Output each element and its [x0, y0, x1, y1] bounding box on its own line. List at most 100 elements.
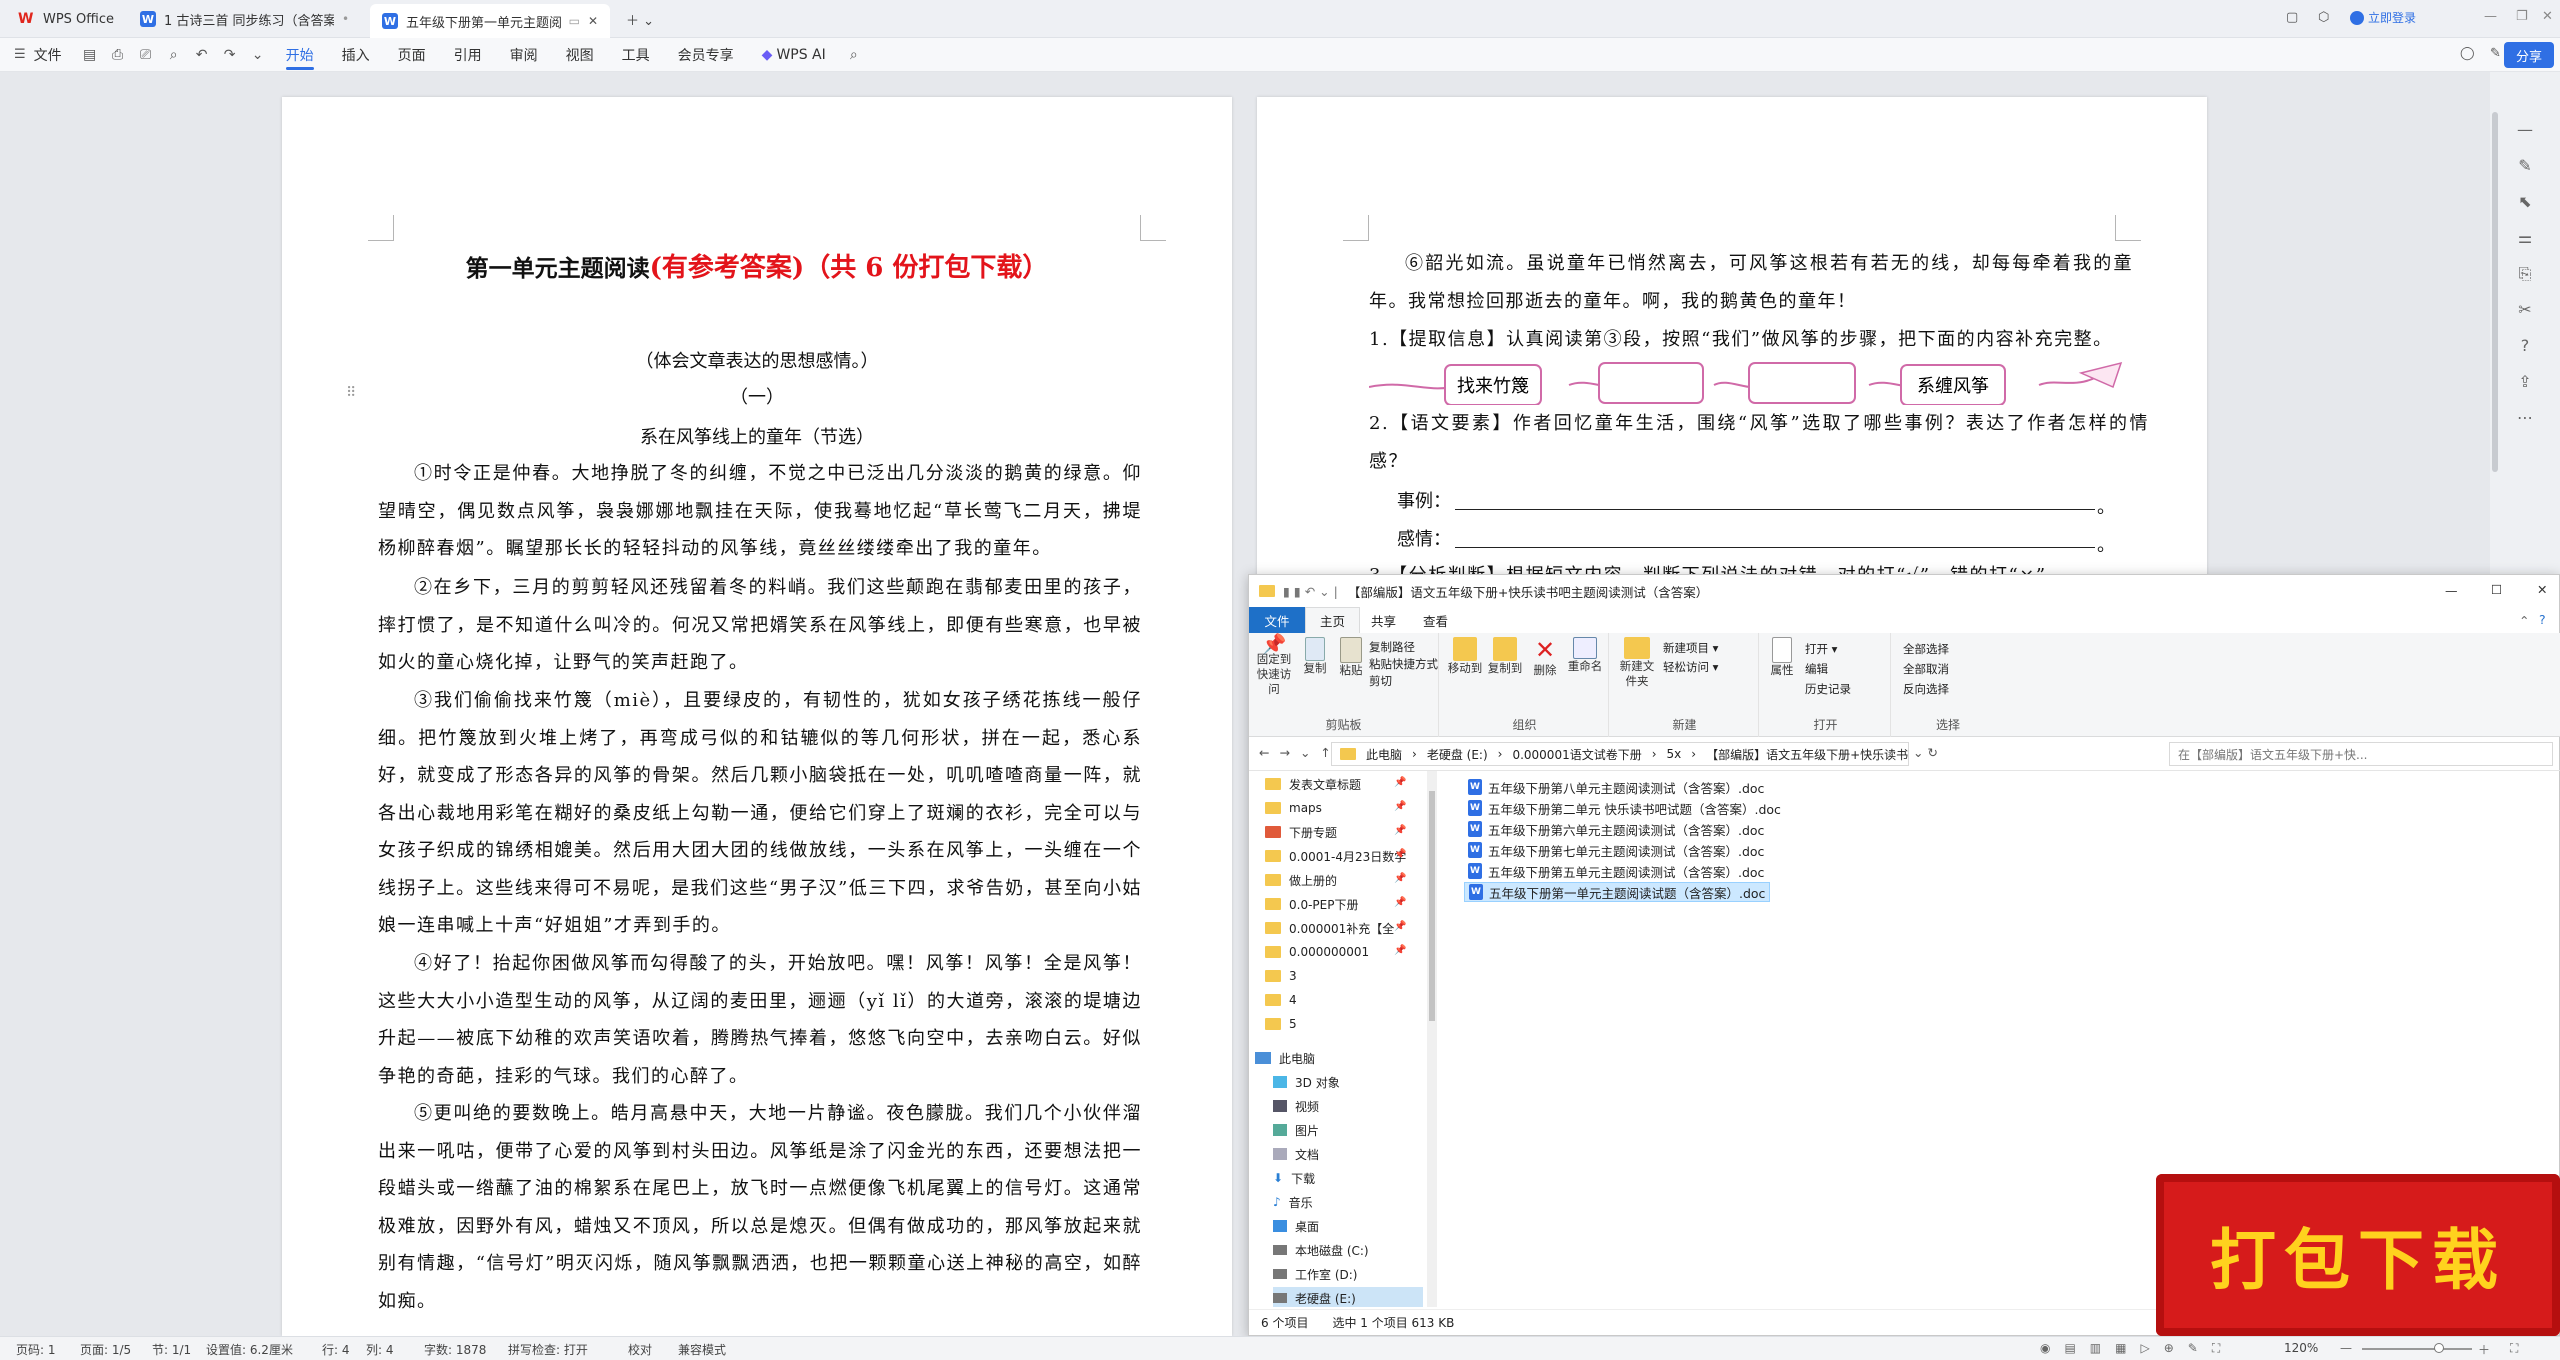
- tab-start[interactable]: 开始: [272, 38, 328, 72]
- zoom-in-icon[interactable]: ＋: [2478, 1341, 2490, 1358]
- file-item[interactable]: W 五年级下册第二单元 快乐读书吧试题（含答案）.doc: [1464, 798, 1785, 818]
- nav-arrows-icon[interactable]: ←→⌄↑: [1259, 745, 1341, 760]
- file-item[interactable]: W 五年级下册第八单元主题阅读测试（含答案）.doc: [1464, 777, 1768, 797]
- file-item-selected[interactable]: W 五年级下册第一单元主题阅读试题（含答案）.doc: [1464, 882, 1771, 902]
- close-window-icon[interactable]: ✕: [2542, 9, 2553, 24]
- translate-icon[interactable]: ⎘: [2490, 256, 2560, 292]
- crumb-item[interactable]: 老硬盘 (E:): [1427, 746, 1488, 763]
- answer-line-feelings[interactable]: [1455, 547, 2095, 548]
- maximize-icon[interactable]: ☐: [2491, 582, 2502, 597]
- vertical-scrollbar[interactable]: [2492, 112, 2498, 472]
- restore-icon[interactable]: ❐: [2516, 9, 2528, 24]
- crumb-item[interactable]: 此电脑: [1366, 746, 1402, 763]
- adjust-icon[interactable]: ⚌: [2490, 220, 2560, 256]
- export-icon[interactable]: ⎙: [104, 38, 132, 72]
- delete-button[interactable]: ✕ 删除: [1529, 637, 1561, 678]
- more-icon[interactable]: ⌄: [244, 38, 272, 72]
- tab-view[interactable]: 视图: [552, 38, 608, 72]
- close-window-icon[interactable]: ✕: [2537, 582, 2547, 597]
- select-none-button[interactable]: 全部取消: [1903, 659, 1949, 679]
- view-mode-icons[interactable]: ◉▤▥▦▷⊕✎⛶: [2040, 1341, 2234, 1356]
- paste-shortcut-button[interactable]: 粘贴快捷方式: [1369, 656, 1438, 673]
- chevron-icon[interactable]: ⌃: [2519, 613, 2529, 628]
- new-tab-button[interactable]: ＋ ⌄: [614, 4, 664, 34]
- crumb-item[interactable]: 5x: [1667, 747, 1682, 761]
- collapse-icon[interactable]: —: [2490, 112, 2560, 148]
- preview-icon[interactable]: ⌕: [160, 38, 188, 72]
- wps-ai-button[interactable]: ◆ WPS AI: [748, 38, 840, 72]
- properties-button[interactable]: 属性: [1767, 637, 1797, 678]
- explorer-tab-view[interactable]: 查看: [1409, 607, 1462, 633]
- explorer-tab-file[interactable]: 文件: [1249, 607, 1305, 633]
- help-icon[interactable]: ?: [2539, 612, 2546, 627]
- quick-access-icons[interactable]: ▮ ▮ ↶ ⌄ |: [1283, 584, 1338, 599]
- tab-document-active[interactable]: W 五年级下册第一单元主题阅读 ▭ ✕: [370, 4, 610, 38]
- share-icon[interactable]: ⇪: [2490, 364, 2560, 400]
- cut-button[interactable]: 剪切: [1369, 673, 1438, 690]
- tab-insert[interactable]: 插入: [328, 38, 384, 72]
- zoom-slider[interactable]: [2362, 1348, 2472, 1350]
- print-icon[interactable]: ⎚: [132, 38, 160, 72]
- select-all-button[interactable]: 全部选择: [1903, 639, 1949, 659]
- redo-icon[interactable]: ↷: [216, 38, 244, 72]
- breadcrumb[interactable]: 此电脑 › 老硬盘 (E:) › 0.000001语文试卷下册 › 5x › 【部编版】…: [1331, 742, 1909, 766]
- help-icon[interactable]: ?: [2490, 328, 2560, 364]
- zoom-out-icon[interactable]: —: [2340, 1341, 2352, 1355]
- tools-icon[interactable]: ✂: [2490, 292, 2560, 328]
- tab-member[interactable]: 会员专享: [664, 38, 748, 72]
- refresh-icon[interactable]: ⌄ ↻: [1913, 745, 1938, 760]
- open-button[interactable]: 打开 ▾: [1805, 639, 1851, 659]
- invert-select-button[interactable]: 反向选择: [1903, 679, 1949, 699]
- search-icon[interactable]: ⌕: [840, 38, 868, 72]
- tab-wps-home[interactable]: W WPS Office: [6, 4, 126, 34]
- edit-button[interactable]: 编辑: [1805, 659, 1851, 679]
- login-button[interactable]: 立即登录: [2350, 9, 2416, 26]
- new-folder-button[interactable]: 新建文件夹: [1617, 637, 1657, 689]
- fullscreen-icon[interactable]: ⛶: [2510, 1341, 2518, 1356]
- share-button[interactable]: 分享: [2504, 42, 2554, 68]
- move-to-button[interactable]: 移动到: [1447, 637, 1483, 676]
- status-spell-check[interactable]: 拼写检查: 打开: [508, 1341, 588, 1358]
- file-item[interactable]: W 五年级下册第六单元主题阅读测试（含答案）.doc: [1464, 819, 1768, 839]
- close-icon[interactable]: •: [342, 12, 349, 26]
- tab-document-1[interactable]: W 1 古诗三首 同步练习（含答案） •: [128, 4, 368, 34]
- tab-page[interactable]: 页面: [384, 38, 440, 72]
- close-icon[interactable]: ✕: [588, 14, 598, 28]
- crumb-item[interactable]: 【部编版】语文五年级下册+快乐读书吧主题阅读测试（含答案）: [1706, 746, 1908, 763]
- explorer-tab-share[interactable]: 共享: [1357, 607, 1410, 633]
- tab-tools[interactable]: 工具: [608, 38, 664, 72]
- copy-button[interactable]: 复制: [1299, 637, 1331, 676]
- minimize-icon[interactable]: —: [2484, 9, 2497, 24]
- save-icon[interactable]: ▤: [76, 38, 104, 72]
- new-item-button[interactable]: 新建项目 ▾: [1663, 639, 1718, 658]
- undo-icon[interactable]: ↶: [188, 38, 216, 72]
- status-word-count[interactable]: 字数: 1878: [424, 1341, 486, 1358]
- easy-access-button[interactable]: 轻松访问 ▾: [1663, 658, 1718, 677]
- status-page-number[interactable]: 页码: 1: [16, 1341, 56, 1358]
- pin-button[interactable]: 📌 固定到快速访问: [1253, 634, 1295, 697]
- layout-icon[interactable]: ▢: [2286, 10, 2298, 25]
- file-item[interactable]: W 五年级下册第七单元主题阅读测试（含答案）.doc: [1464, 840, 1768, 860]
- status-proof[interactable]: 校对: [628, 1341, 652, 1358]
- rename-button[interactable]: 重命名: [1565, 637, 1605, 674]
- more-icon[interactable]: ⋯: [2490, 400, 2560, 436]
- tab-review[interactable]: 审阅: [496, 38, 552, 72]
- drag-handle-icon[interactable]: ⠿: [346, 385, 356, 401]
- zoom-slider-thumb[interactable]: [2434, 1343, 2444, 1353]
- history-button[interactable]: 历史记录: [1805, 679, 1851, 699]
- step-box-2[interactable]: [1598, 362, 1704, 404]
- tab-reference[interactable]: 引用: [440, 38, 496, 72]
- step-box-3[interactable]: [1748, 362, 1856, 404]
- status-pages[interactable]: 页面: 1/5: [80, 1341, 131, 1358]
- cube-icon[interactable]: ⬡: [2318, 10, 2329, 25]
- select-icon[interactable]: ⬉: [2490, 184, 2560, 220]
- edit-mode-icon[interactable]: ✎: [2490, 46, 2501, 61]
- menu-icon[interactable]: ☰: [14, 47, 26, 62]
- file-item[interactable]: W 五年级下册第五单元主题阅读测试（含答案）.doc: [1464, 861, 1768, 881]
- document-page-1[interactable]: 第一单元主题阅读(有参考答案)（共 6 份打包下载） （体会文章表达的思想感情。…: [282, 97, 1232, 1336]
- pen-icon[interactable]: ✎: [2490, 148, 2560, 184]
- explorer-tab-home[interactable]: 主页: [1305, 607, 1361, 633]
- download-stamp[interactable]: 打包下载: [2156, 1174, 2560, 1336]
- copy-to-button[interactable]: 复制到: [1487, 637, 1523, 676]
- comment-icon[interactable]: ◯: [2460, 46, 2475, 61]
